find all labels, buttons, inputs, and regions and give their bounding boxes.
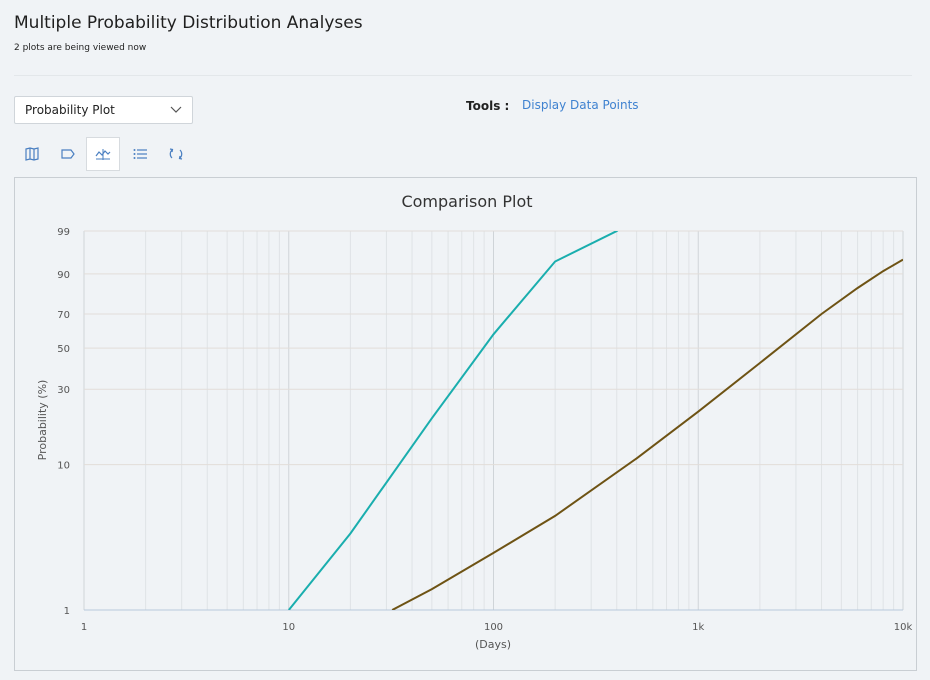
header-divider (14, 75, 912, 76)
refresh-icon (169, 148, 183, 160)
display-data-points-link[interactable]: Display Data Points (522, 98, 639, 112)
y-tick-label: 30 (57, 385, 70, 396)
page-subtitle: 2 plots are being viewed now (14, 43, 147, 53)
plot-type-select-value: Probability Plot (25, 103, 115, 117)
y-tick-label: 90 (57, 270, 70, 281)
probability-plot-button[interactable] (86, 137, 120, 171)
tag-icon (61, 149, 75, 159)
y-tick-label: 99 (57, 227, 70, 238)
series-line-2 (391, 258, 903, 610)
y-tick-label: 10 (57, 461, 70, 472)
list-icon (133, 149, 147, 159)
line-chart-icon (95, 149, 111, 160)
x-tick-label: 100 (484, 622, 503, 633)
chart-title: Comparison Plot (401, 192, 532, 211)
x-tick-label: 10k (894, 622, 913, 633)
x-tick-label: 1 (81, 622, 87, 633)
tag-button[interactable] (51, 137, 85, 171)
x-tick-label: 10 (282, 622, 295, 633)
chart-panel: Comparison Plot (Days) Probability (%) 1… (14, 177, 917, 671)
refresh-button[interactable] (159, 137, 193, 171)
y-tick-label: 1 (64, 606, 70, 617)
probability-chart[interactable]: Comparison Plot (Days) Probability (%) 1… (15, 178, 918, 672)
page-title: Multiple Probability Distribution Analys… (14, 13, 363, 33)
tools-label: Tools : (466, 99, 510, 113)
tick-labels: 1 10 100 1k 10k 1 10 30 50 70 90 99 (57, 227, 912, 633)
x-tick-label: 1k (692, 622, 704, 633)
chevron-down-icon (170, 106, 182, 113)
y-axis-label: Probability (%) (36, 380, 49, 461)
series-line-1 (288, 231, 619, 610)
map-view-button[interactable] (15, 137, 49, 171)
list-view-button[interactable] (123, 137, 157, 171)
y-tick-label: 70 (57, 310, 70, 321)
map-icon (25, 147, 39, 161)
x-axis-label: (Days) (475, 638, 511, 651)
y-tick-label: 50 (57, 344, 70, 355)
plot-type-select[interactable]: Probability Plot (14, 96, 193, 124)
series-lines (288, 231, 903, 610)
